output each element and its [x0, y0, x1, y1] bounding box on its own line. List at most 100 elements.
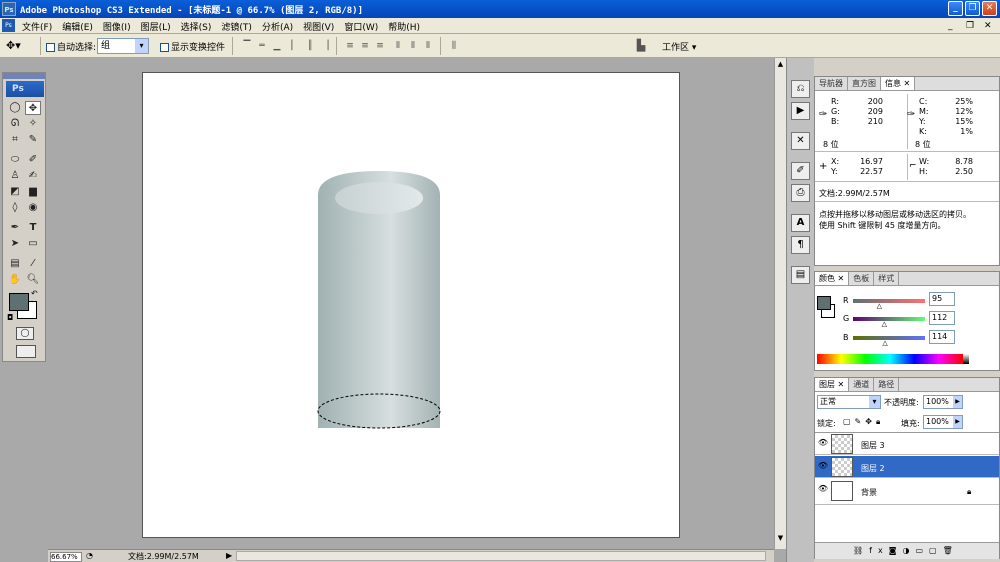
lasso-tool-icon[interactable]: ᘏ [7, 117, 23, 131]
show-transform-option[interactable]: 显示变换控件 [160, 40, 225, 53]
layer-name[interactable]: 图层 3 [861, 440, 885, 451]
layer-comps-icon[interactable]: ▤ [791, 266, 810, 284]
marquee-tool-icon[interactable]: ◯ [7, 101, 23, 115]
foreground-color-chip[interactable] [9, 293, 29, 311]
tool-presets-icon[interactable]: ✕ [791, 132, 810, 150]
adjustment-layer-icon[interactable]: ◑ [902, 546, 915, 555]
history-brush-icon[interactable]: ✍ [25, 169, 41, 183]
history-panel-icon[interactable]: ⎌ [791, 80, 810, 98]
visibility-eye-icon[interactable]: 👁︎ [817, 438, 829, 450]
tab-color[interactable]: 颜色 ✕ [815, 272, 850, 285]
align-left-icon[interactable]: ▏ [288, 40, 302, 52]
notes-tool-icon[interactable]: ▤ [7, 257, 23, 271]
scroll-down-icon[interactable]: ▼ [776, 534, 785, 544]
green-slider[interactable] [853, 317, 925, 321]
black-white-ramp[interactable] [963, 354, 969, 364]
layer-name[interactable]: 背景 [861, 487, 877, 498]
move-tool-preset-icon[interactable]: ✥▾ [6, 39, 21, 52]
crop-tool-icon[interactable]: ⌗ [7, 133, 23, 147]
blur-tool-icon[interactable]: ◊ [7, 201, 23, 215]
blue-value-field[interactable]: 114 [929, 330, 955, 344]
paragraph-panel-icon[interactable]: ¶ [791, 236, 810, 254]
menu-analysis[interactable]: 分析(A) [257, 18, 298, 33]
red-value-field[interactable]: 95 [929, 292, 955, 306]
layer-style-icon[interactable]: fx [869, 546, 889, 555]
clone-stamp-icon[interactable]: ♙ [7, 169, 23, 183]
restore-button[interactable]: ❐ [965, 1, 980, 16]
move-tool-icon[interactable]: ✥ [25, 101, 41, 115]
toolbox-header[interactable] [3, 73, 45, 79]
menu-edit[interactable]: 编辑(E) [57, 18, 98, 33]
menu-filter[interactable]: 滤镜(T) [216, 18, 257, 33]
green-slider-handle[interactable]: △ [882, 320, 887, 328]
close-button[interactable]: ✕ [982, 1, 997, 16]
opacity-field[interactable]: 100% ▶ [923, 395, 963, 409]
document-canvas[interactable] [142, 72, 680, 538]
gradient-tool-icon[interactable]: ▆ [25, 185, 41, 199]
lock-icons[interactable]: ▢✎✥🔒︎ [843, 417, 884, 427]
blend-mode-dropdown[interactable]: 正常 ▾ [817, 395, 881, 409]
tab-paths[interactable]: 路径 [874, 378, 900, 391]
distribute-bottom-icon[interactable]: ≡ [373, 40, 387, 52]
character-panel-icon[interactable]: A [791, 214, 810, 232]
doc-restore-button[interactable]: ❐ [966, 21, 974, 31]
menu-window[interactable]: 窗口(W) [339, 18, 383, 33]
delete-layer-icon[interactable]: 🗑︎ [943, 546, 959, 555]
tab-info[interactable]: 信息 ✕ [881, 77, 916, 90]
show-transform-checkbox[interactable] [160, 43, 169, 52]
menu-help[interactable]: 帮助(H) [383, 18, 425, 33]
red-slider[interactable] [853, 299, 925, 303]
color-spectrum-bar[interactable] [817, 354, 963, 364]
doc-minimize-button[interactable]: _ [948, 21, 953, 31]
type-tool-icon[interactable]: T [25, 221, 41, 235]
tab-navigator[interactable]: 导航器 [815, 77, 848, 90]
zoom-field[interactable]: 66.67% [50, 552, 82, 562]
distribute-top-icon[interactable]: ≡ [343, 40, 357, 52]
bridge-icon[interactable]: ▙ [632, 40, 650, 52]
align-bottom-icon[interactable]: ▁ [270, 40, 284, 52]
dodge-tool-icon[interactable]: ◉ [25, 201, 41, 215]
new-layer-icon[interactable]: ▢ [929, 546, 943, 555]
eraser-tool-icon[interactable]: ◩ [7, 185, 23, 199]
auto-align-icon[interactable]: ⫼ [447, 40, 461, 52]
link-layers-icon[interactable]: ⛓ [853, 546, 869, 555]
scroll-up-icon[interactable]: ▲ [776, 60, 785, 70]
layer-row-background[interactable]: 👁︎ 背景 🔒︎ [815, 479, 999, 505]
auto-select-checkbox[interactable] [46, 43, 55, 52]
blue-slider-handle[interactable]: △ [882, 339, 887, 347]
layer-row-3[interactable]: 👁︎ 图层 3 [815, 433, 999, 455]
default-colors-icon[interactable]: ◘ [7, 313, 13, 322]
hand-tool-icon[interactable]: ✋ [7, 273, 23, 287]
red-slider-handle[interactable]: △ [877, 302, 882, 310]
status-menu-icon[interactable]: ◔ [86, 551, 93, 560]
pen-tool-icon[interactable]: ✒ [7, 221, 23, 235]
blue-slider[interactable] [853, 336, 925, 340]
actions-panel-icon[interactable]: ▶ [791, 102, 810, 120]
layer-row-2[interactable]: 👁︎ 图层 2 [815, 456, 999, 478]
quick-mask-icon[interactable]: ◯ [16, 327, 34, 340]
zoom-tool-icon[interactable]: 🔍︎ [25, 273, 41, 287]
add-mask-icon[interactable]: ◙ [889, 546, 903, 555]
green-value-field[interactable]: 112 [929, 311, 955, 325]
align-top-icon[interactable]: ▔ [240, 40, 254, 52]
menu-file[interactable]: 文件(F) [17, 18, 57, 33]
tab-swatches[interactable]: 色板 [849, 272, 875, 285]
new-group-icon[interactable]: ▭ [915, 546, 929, 555]
align-hcenter-icon[interactable]: ║ [303, 40, 317, 52]
brushes-panel-icon[interactable]: ✐ [791, 162, 810, 180]
menu-select[interactable]: 选择(S) [176, 18, 217, 33]
color-panel-foreground-swatch[interactable] [817, 296, 831, 310]
tab-styles[interactable]: 样式 [874, 272, 900, 285]
eyedropper-icon[interactable]: ✎ [25, 133, 41, 147]
doc-close-button[interactable]: ✕ [984, 21, 992, 31]
healing-brush-icon[interactable]: ⬭ [7, 153, 23, 167]
auto-select-dropdown[interactable]: 组 ▾ [97, 38, 149, 54]
clone-source-icon[interactable]: ⎙ [791, 184, 810, 202]
toolbox-logo[interactable]: Ps [6, 81, 44, 97]
screen-mode-icon[interactable] [16, 345, 36, 358]
visibility-eye-icon[interactable]: 👁︎ [817, 484, 829, 496]
distribute-vcenter-icon[interactable]: ≡ [358, 40, 372, 52]
menu-view[interactable]: 视图(V) [298, 18, 339, 33]
fill-field[interactable]: 100% ▶ [923, 415, 963, 429]
tab-histogram[interactable]: 直方图 [848, 77, 881, 90]
